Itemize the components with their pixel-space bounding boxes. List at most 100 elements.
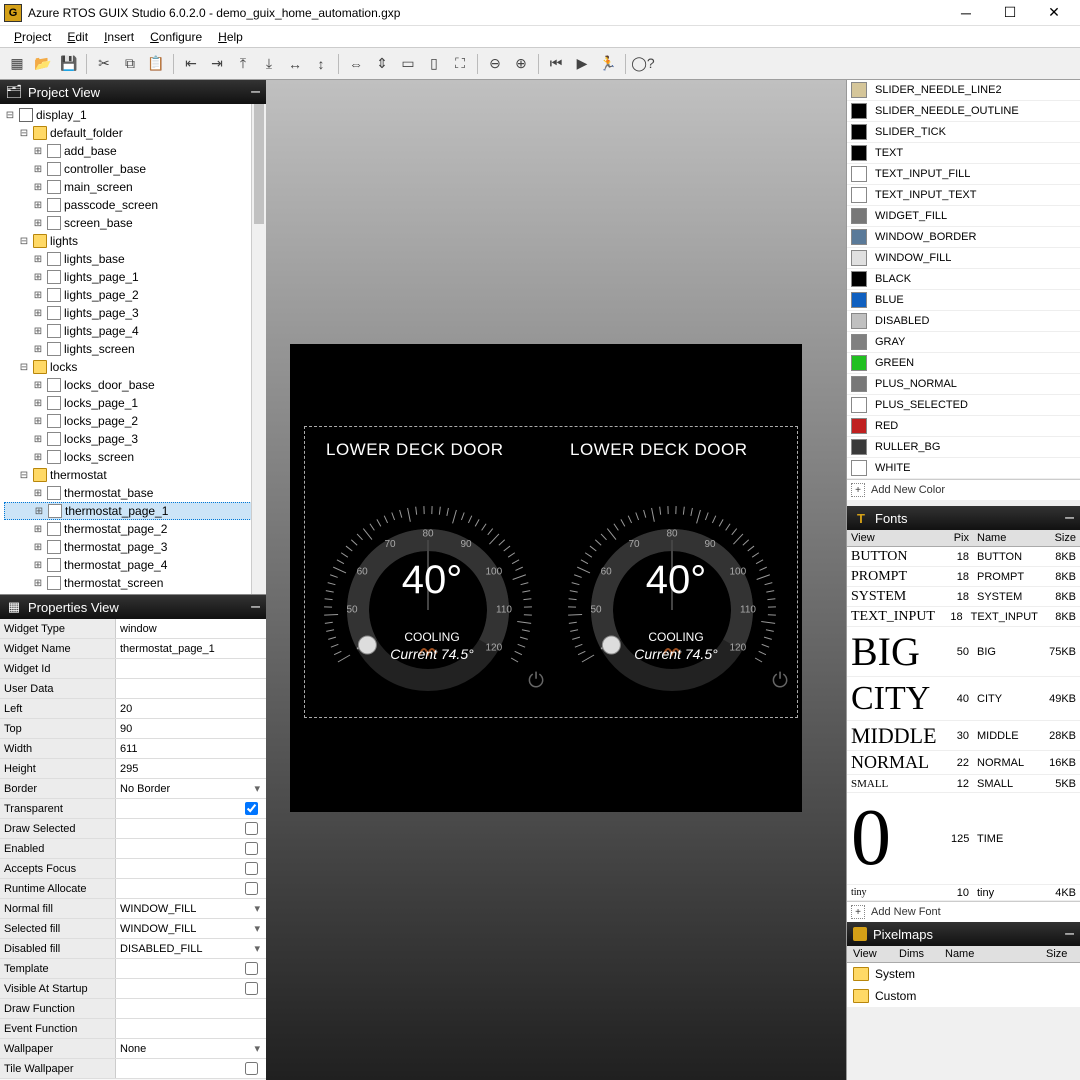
tree-item-display_1[interactable]: ⊟display_1 — [4, 106, 262, 124]
macro-run-icon[interactable]: 🏃 — [595, 51, 621, 77]
prop-value[interactable] — [116, 979, 266, 998]
tree-item-locks_page_2[interactable]: ⊞locks_page_2 — [4, 412, 262, 430]
tree-item-lights_page_4[interactable]: ⊞lights_page_4 — [4, 322, 262, 340]
size-icon[interactable]: ⛶ — [447, 51, 473, 77]
expand-icon[interactable]: ⊞ — [32, 308, 44, 319]
tree-item-thermostat_base[interactable]: ⊞thermostat_base — [4, 484, 262, 502]
color-PLUS_SELECTED[interactable]: PLUS_SELECTED — [847, 395, 1080, 416]
tree-item-lights_screen[interactable]: ⊞lights_screen — [4, 340, 262, 358]
collapse-panel-button[interactable]: – — [1065, 509, 1074, 527]
tree-item-controller_base[interactable]: ⊞controller_base — [4, 160, 262, 178]
expand-icon[interactable]: ⊞ — [32, 452, 44, 463]
tree-item-locks[interactable]: ⊟locks — [4, 358, 262, 376]
tree-item-thermostat[interactable]: ⊟thermostat — [4, 466, 262, 484]
color-PLUS_NORMAL[interactable]: PLUS_NORMAL — [847, 374, 1080, 395]
tree-item-thermostat_screen[interactable]: ⊞thermostat_screen — [4, 574, 262, 592]
prop-value[interactable] — [116, 1019, 266, 1038]
expand-icon[interactable]: ⊞ — [32, 434, 44, 445]
color-BLUE[interactable]: BLUE — [847, 290, 1080, 311]
tree-item-lights_base[interactable]: ⊞lights_base — [4, 250, 262, 268]
color-SLIDER_NEEDLE_OUTLINE[interactable]: SLIDER_NEEDLE_OUTLINE — [847, 101, 1080, 122]
color-WHITE[interactable]: WHITE — [847, 458, 1080, 479]
color-GRAY[interactable]: GRAY — [847, 332, 1080, 353]
prop-value[interactable]: 90 — [116, 719, 266, 738]
font-row-PROMPT[interactable]: PROMPT18PROMPT8KB — [847, 567, 1080, 587]
expand-icon[interactable]: ⊟ — [18, 470, 30, 481]
prop-value[interactable]: 295 — [116, 759, 266, 778]
tree-item-lights_page_1[interactable]: ⊞lights_page_1 — [4, 268, 262, 286]
expand-icon[interactable]: ⊞ — [32, 398, 44, 409]
design-canvas[interactable]: LOWER DECK DOOR40506070809010011012040°C… — [290, 344, 802, 812]
expand-icon[interactable]: ⊟ — [18, 362, 30, 373]
zoom-out-icon[interactable]: ⊖ — [482, 51, 508, 77]
tree-item-add_base[interactable]: ⊞add_base — [4, 142, 262, 160]
prop-value[interactable] — [116, 839, 266, 858]
tree-item-default_folder[interactable]: ⊟default_folder — [4, 124, 262, 142]
color-WINDOW_BORDER[interactable]: WINDOW_BORDER — [847, 227, 1080, 248]
thermostat-gauge-2[interactable]: LOWER DECK DOOR40506070809010011012040°C… — [554, 440, 798, 706]
prop-value[interactable]: WINDOW_FILL — [116, 899, 266, 918]
paste-icon[interactable]: 📋 — [143, 51, 169, 77]
expand-icon[interactable]: ⊞ — [32, 218, 44, 229]
expand-icon[interactable]: ⊞ — [32, 560, 44, 571]
expand-icon[interactable]: ⊞ — [32, 146, 44, 157]
collapse-panel-button[interactable]: – — [251, 598, 260, 616]
menu-help[interactable]: Help — [210, 28, 251, 46]
hspace-icon[interactable]: ↔ — [282, 51, 308, 77]
macro-play-icon[interactable]: ▶ — [569, 51, 595, 77]
color-TEXT_INPUT_FILL[interactable]: TEXT_INPUT_FILL — [847, 164, 1080, 185]
tree-item-lights_page_3[interactable]: ⊞lights_page_3 — [4, 304, 262, 322]
font-row-tiny[interactable]: tiny10tiny4KB — [847, 885, 1080, 901]
expand-icon[interactable]: ⊞ — [32, 200, 44, 211]
tree-item-locks_page_1[interactable]: ⊞locks_page_1 — [4, 394, 262, 412]
tree-item-main_screen[interactable]: ⊞main_screen — [4, 178, 262, 196]
zoom-in-icon[interactable]: ⊕ — [508, 51, 534, 77]
expand-icon[interactable]: ⊞ — [32, 488, 44, 499]
prop-value[interactable] — [116, 659, 266, 678]
prop-value[interactable]: DISABLED_FILL — [116, 939, 266, 958]
align-bottom-icon[interactable]: ⤓ — [256, 51, 282, 77]
prop-value[interactable]: thermostat_page_1 — [116, 639, 266, 658]
color-RULLER_BG[interactable]: RULLER_BG — [847, 437, 1080, 458]
expand-icon[interactable]: ⊞ — [33, 506, 45, 517]
copy-icon[interactable]: ⧉ — [117, 51, 143, 77]
expand-icon[interactable]: ⊞ — [32, 182, 44, 193]
expand-icon[interactable]: ⊞ — [32, 272, 44, 283]
new-project-icon[interactable]: ▦ — [4, 51, 30, 77]
tree-item-thermostat_page_1[interactable]: ⊞thermostat_page_1 — [4, 502, 262, 520]
close-button[interactable]: ✕ — [1032, 0, 1076, 26]
collapse-panel-button[interactable]: – — [251, 83, 260, 101]
expand-icon[interactable]: ⊟ — [4, 110, 16, 121]
color-DISABLED[interactable]: DISABLED — [847, 311, 1080, 332]
add-font-button[interactable]: +Add New Font — [847, 901, 1080, 922]
macro-record-icon[interactable]: ⏮ — [543, 51, 569, 77]
prop-value[interactable]: 20 — [116, 699, 266, 718]
tree-item-thermostat_page_2[interactable]: ⊞thermostat_page_2 — [4, 520, 262, 538]
equal-width-icon[interactable]: ⇔ — [343, 51, 369, 77]
front-icon[interactable]: ▭ — [395, 51, 421, 77]
collapse-panel-button[interactable]: – — [1065, 925, 1074, 943]
color-SLIDER_NEEDLE_LINE2[interactable]: SLIDER_NEEDLE_LINE2 — [847, 80, 1080, 101]
expand-icon[interactable]: ⊞ — [32, 416, 44, 427]
power-icon[interactable]: ⏻ — [772, 670, 788, 693]
expand-icon[interactable]: ⊞ — [32, 524, 44, 535]
font-row-NORMAL[interactable]: NORMAL22NORMAL16KB — [847, 751, 1080, 775]
menu-edit[interactable]: Edit — [59, 28, 96, 46]
font-row-BIG[interactable]: BIG50BIG75KB — [847, 627, 1080, 677]
cut-icon[interactable]: ✂ — [91, 51, 117, 77]
colors-list[interactable]: SLIDER_NEEDLE_LINE2SLIDER_NEEDLE_OUTLINE… — [847, 80, 1080, 506]
color-TEXT_INPUT_TEXT[interactable]: TEXT_INPUT_TEXT — [847, 185, 1080, 206]
color-GREEN[interactable]: GREEN — [847, 353, 1080, 374]
prop-value[interactable] — [116, 679, 266, 698]
color-WIDGET_FILL[interactable]: WIDGET_FILL — [847, 206, 1080, 227]
prop-value[interactable]: No Border — [116, 779, 266, 798]
properties-grid[interactable]: Widget TypewindowWidget Namethermostat_p… — [0, 619, 266, 1080]
expand-icon[interactable]: ⊞ — [32, 290, 44, 301]
font-row-SYSTEM[interactable]: SYSTEM18SYSTEM8KB — [847, 587, 1080, 607]
menu-configure[interactable]: Configure — [142, 28, 210, 46]
font-row-TEXT_INPUT[interactable]: TEXT_INPUT18TEXT_INPUT8KB — [847, 607, 1080, 627]
expand-icon[interactable]: ⊟ — [18, 128, 30, 139]
tree-item-lights[interactable]: ⊟lights — [4, 232, 262, 250]
prop-value[interactable]: None — [116, 1039, 266, 1058]
prop-value[interactable] — [116, 879, 266, 898]
